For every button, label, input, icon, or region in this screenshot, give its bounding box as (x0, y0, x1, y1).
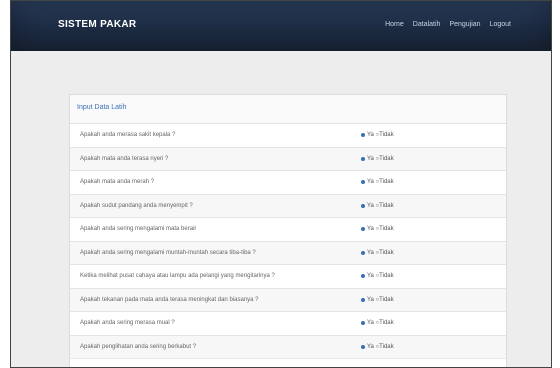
answer-options[interactable]: Ya ○Tidak (361, 250, 394, 256)
radio-selected-icon[interactable] (361, 344, 365, 349)
nav-datalatih[interactable]: Datalatih (413, 21, 441, 28)
answer-options[interactable]: Ya ○Tidak (361, 320, 394, 326)
answer-options[interactable]: Ya ○Tidak (361, 156, 394, 162)
radio-selected-icon[interactable] (361, 133, 365, 137)
question-row: Apakah mata anda merah ? Ya ○Tidak (70, 171, 506, 195)
answer-label: Ya ○Tidak (367, 296, 394, 303)
nav-home[interactable]: Home (385, 21, 404, 28)
question-row: Apakah anda sering mengalami mata berair… (70, 218, 506, 242)
input-panel: Input Data Latih Apakah anda merasa saki… (69, 94, 507, 367)
panel-title: Input Data Latih (77, 104, 127, 111)
answer-label: Ya ○Tidak (367, 155, 394, 162)
radio-selected-icon[interactable] (361, 297, 365, 302)
radio-selected-icon[interactable] (361, 227, 365, 231)
radio-selected-icon[interactable] (361, 321, 365, 325)
answer-label: Ya ○Tidak (367, 179, 394, 185)
navbar: SISTEM PAKAR Home Datalatih Pengujian Lo… (11, 1, 551, 51)
panel-header: Input Data Latih (70, 95, 506, 124)
answer-label: Ya ○Tidak (367, 132, 394, 138)
question-row: Apakah mata anda terasa nyeri ? Ya ○Tidak (70, 147, 506, 171)
question-text: Apakah anda sering mengalami mata berair (80, 226, 197, 232)
answer-options[interactable]: Ya ○Tidak (361, 203, 394, 209)
question-row: Apakah anda merasa sakit kepala ? Ya ○Tid… (70, 124, 506, 148)
radio-selected-icon[interactable] (361, 156, 365, 161)
answer-label: Ya ○Tidak (367, 226, 394, 232)
answer-options[interactable]: Ya ○Tidak (361, 179, 394, 185)
browser-frame: SISTEM PAKAR Home Datalatih Pengujian Lo… (10, 0, 552, 368)
answer-label: Ya ○Tidak (367, 273, 394, 279)
radio-selected-icon[interactable] (361, 203, 365, 208)
question-row: Apakah penglihatan anda sering berkabut … (70, 335, 506, 359)
radio-selected-icon[interactable] (361, 274, 365, 278)
question-row: Apakah tekanan pada mata anda terasa men… (70, 288, 506, 312)
question-text: Apakah tekanan pada mata anda terasa men… (80, 296, 259, 303)
question-row: Ketika melihat pusat cahaya atau lampu a… (70, 265, 506, 289)
question-text: Apakah anda merasa sakit kepala ? (80, 132, 176, 138)
question-row: Apakah anda mengalami penglihatan ganda … (70, 359, 506, 367)
answer-options[interactable]: Ya ○Tidak (361, 226, 394, 232)
answer-label: Ya ○Tidak (367, 320, 394, 326)
answer-label: Ya ○Tidak (367, 202, 394, 209)
question-text: Apakah penglihatan anda sering berkabut … (80, 343, 197, 350)
question-text: Apakah anda sering merasa mual ? (80, 320, 175, 326)
question-text: Apakah mata anda merah ? (80, 179, 155, 185)
question-text: Apakah anda sering mengalami muntah-munt… (80, 249, 256, 256)
answer-label: Ya ○Tidak (367, 249, 394, 256)
question-row: Apakah sudut pandang anda menyempit ? Ya … (70, 194, 506, 218)
nav-pengujian[interactable]: Pengujian (449, 21, 480, 28)
question-text: Apakah mata anda terasa nyeri ? (80, 155, 169, 162)
radio-selected-icon[interactable] (361, 250, 365, 255)
radio-selected-icon[interactable] (361, 180, 365, 184)
answer-options[interactable]: Ya ○Tidak (361, 297, 394, 303)
nav-menu: Home Datalatih Pengujian Logout (385, 21, 511, 28)
brand-logo[interactable]: SISTEM PAKAR (58, 19, 136, 30)
answer-options[interactable]: Ya ○Tidak (361, 344, 394, 350)
answer-options[interactable]: Ya ○Tidak (361, 132, 394, 138)
question-text: Apakah sudut pandang anda menyempit ? (80, 202, 193, 209)
answer-label: Ya ○Tidak (367, 343, 394, 350)
question-text: Ketika melihat pusat cahaya atau lampu a… (80, 273, 275, 279)
question-list: Apakah anda merasa sakit kepala ? Ya ○Tid… (70, 124, 506, 367)
question-row: Apakah anda sering merasa mual ? Ya ○Tida… (70, 312, 506, 336)
question-row: Apakah anda sering mengalami muntah-munt… (70, 241, 506, 265)
nav-logout[interactable]: Logout (490, 21, 511, 28)
answer-options[interactable]: Ya ○Tidak (361, 273, 394, 279)
